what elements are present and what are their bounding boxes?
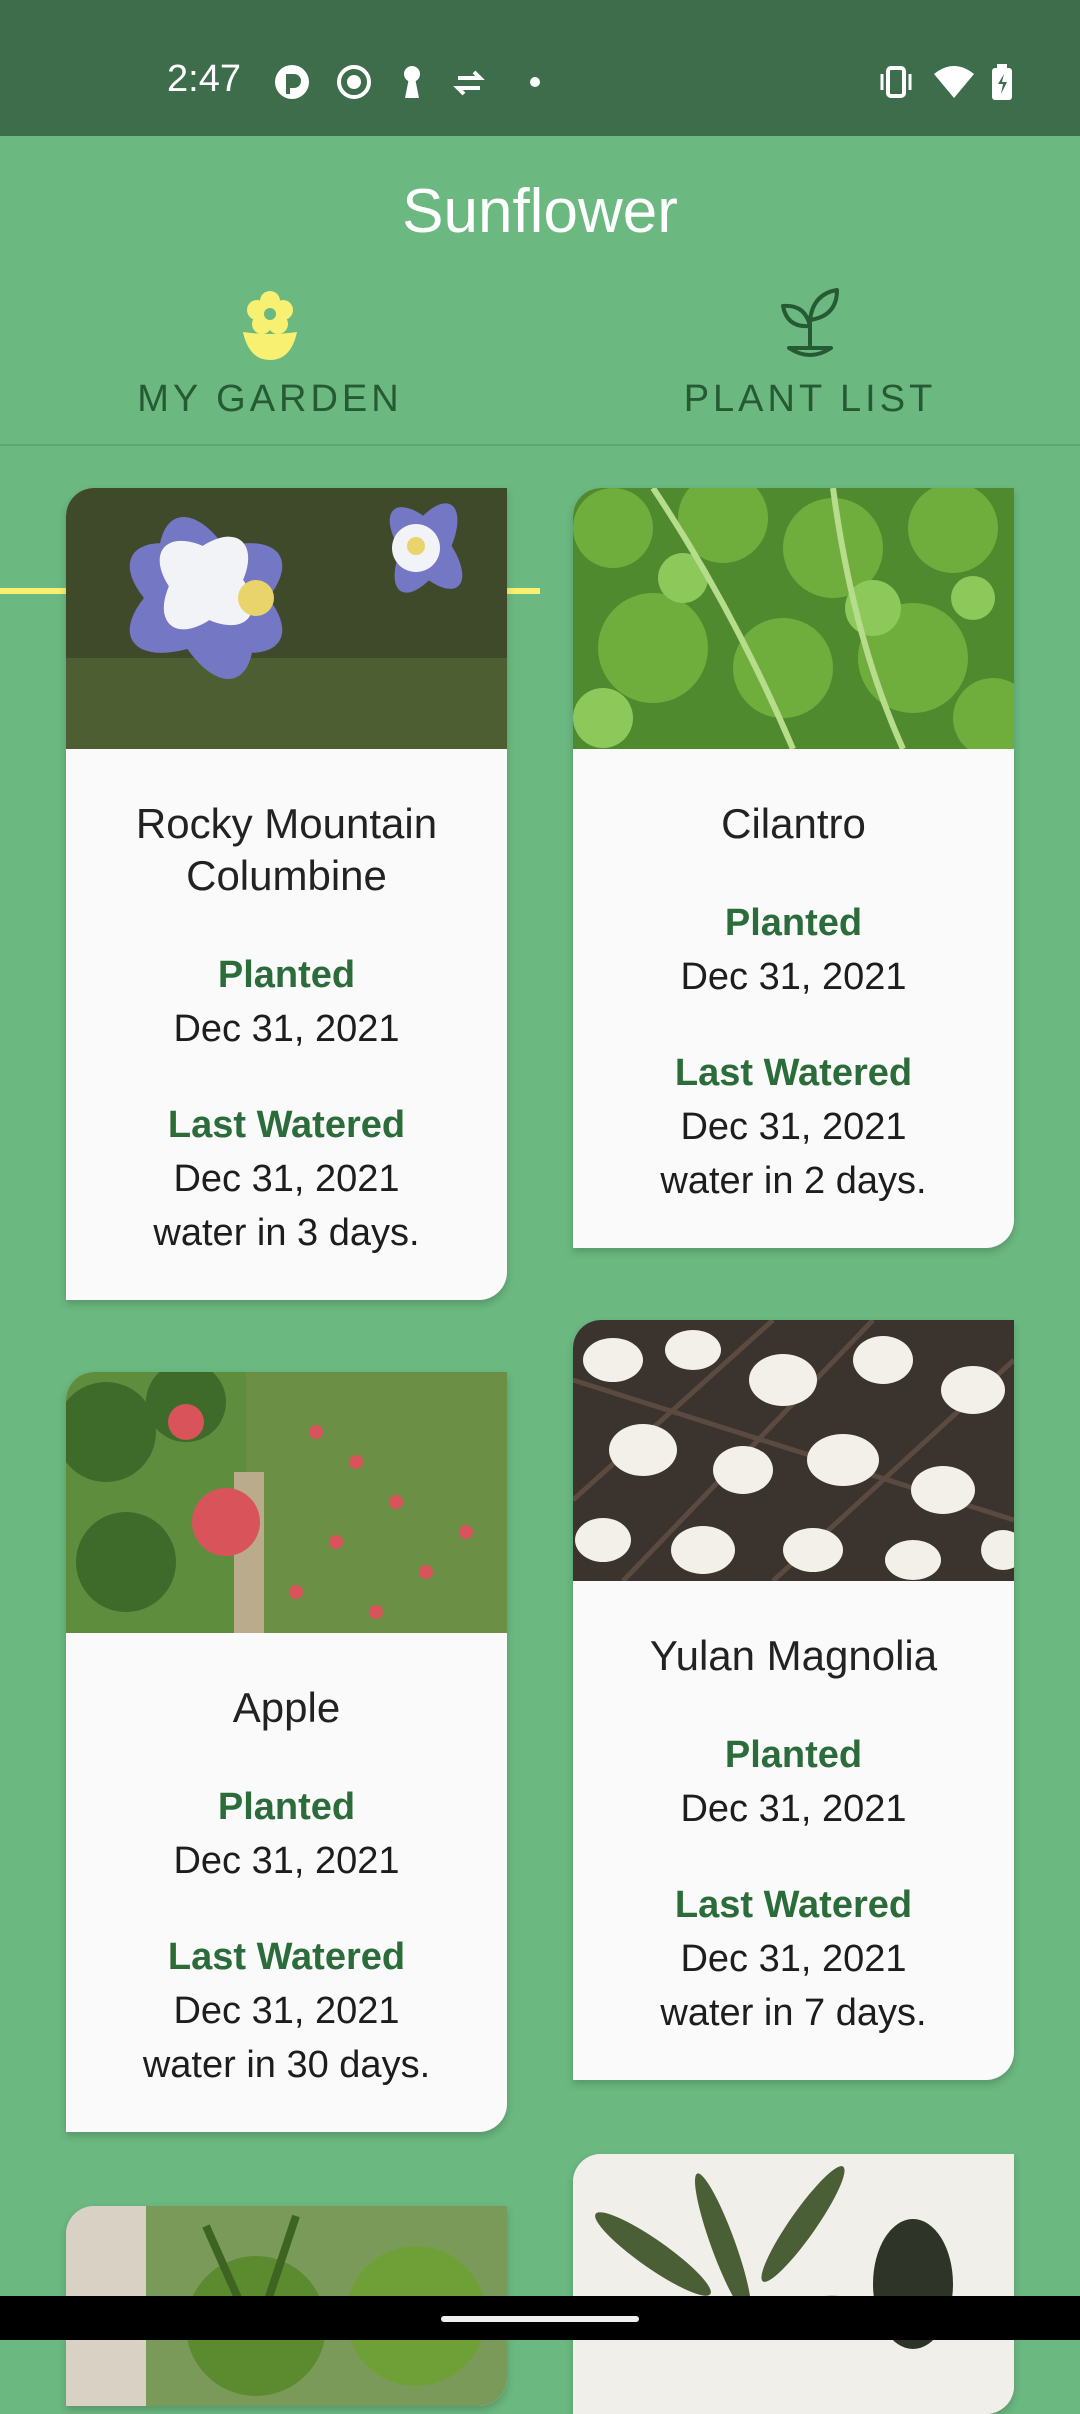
last-watered-date: Dec 31, 2021: [173, 1158, 400, 1200]
plant-name-line1: Rocky Mountain: [135, 800, 438, 847]
transfer-icon: [453, 70, 485, 96]
plant-image-cilantro: [573, 488, 1014, 749]
tab-divider: [0, 444, 1080, 446]
plant-card[interactable]: [573, 2154, 1014, 2414]
last-watered-label: Last Watered: [674, 1052, 913, 1094]
planted-date: Dec 31, 2021: [680, 1788, 907, 1830]
keyhole-icon: [404, 66, 420, 98]
tab-my-garden[interactable]: MY GARDEN: [0, 286, 540, 594]
planted-date: Dec 31, 2021: [680, 956, 907, 998]
plant-name: Yulan Magnolia: [649, 1632, 938, 1679]
plant-image-avocado: [573, 2154, 1014, 2414]
status-icons-left: [275, 65, 540, 99]
water-in-text: water in 7 days.: [660, 1992, 927, 2034]
water-in-text: water in 30 days.: [142, 2044, 431, 2086]
app-title: Sunflower: [402, 177, 678, 246]
status-icons-right: [880, 64, 1012, 100]
tab-plant-list[interactable]: PLANT LIST: [540, 286, 1080, 446]
battery-charging-icon: [992, 64, 1012, 100]
sprout-icon: [781, 288, 839, 357]
planted-label: Planted: [217, 1786, 356, 1828]
planted-label: Planted: [724, 1734, 863, 1776]
plant-card[interactable]: Cilantro Planted Dec 31, 2021 Last Water…: [573, 488, 1014, 1248]
plant-image-apple: [66, 1372, 507, 1633]
navigation-bar: [0, 2296, 1080, 2340]
last-watered-date: Dec 31, 2021: [173, 1990, 400, 2032]
water-in-text: water in 2 days.: [660, 1160, 927, 1202]
planted-label: Planted: [217, 954, 356, 996]
plant-name: Cilantro: [721, 800, 866, 847]
planted-label: Planted: [724, 902, 863, 944]
last-watered-label: Last Watered: [167, 1104, 406, 1146]
tab-label-plant-list: PLANT LIST: [683, 378, 937, 420]
last-watered-label: Last Watered: [167, 1936, 406, 1978]
dot-icon: [530, 77, 540, 87]
plant-name: Apple: [232, 1684, 341, 1731]
wifi-icon: [934, 66, 974, 98]
flower-icon: [243, 291, 297, 360]
plant-name-line2: Columbine: [186, 852, 387, 899]
status-bar: 2:47: [0, 0, 1080, 136]
app-bar: Sunflower MY GARDEN PLANT LIST: [0, 136, 1080, 594]
vibrate-icon: [880, 66, 912, 98]
planted-date: Dec 31, 2021: [173, 1840, 400, 1882]
plant-card[interactable]: Yulan Magnolia Planted Dec 31, 2021 Last…: [573, 1320, 1014, 2080]
app-icon: [275, 65, 309, 99]
planted-date: Dec 31, 2021: [173, 1008, 400, 1050]
home-gesture-handle[interactable]: [441, 2316, 639, 2322]
plant-image-magnolia: [573, 1320, 1014, 1581]
record-icon: [337, 65, 371, 99]
last-watered-label: Last Watered: [674, 1884, 913, 1926]
plant-image-columbine: [66, 488, 507, 749]
last-watered-date: Dec 31, 2021: [680, 1106, 907, 1148]
tab-label-my-garden: MY GARDEN: [137, 378, 403, 420]
plant-card[interactable]: Apple Planted Dec 31, 2021 Last Watered …: [66, 1372, 507, 2132]
water-in-text: water in 3 days.: [153, 1212, 420, 1254]
last-watered-date: Dec 31, 2021: [680, 1938, 907, 1980]
status-time: 2:47: [167, 58, 241, 100]
plant-card[interactable]: Rocky Mountain Columbine Planted Dec 31,…: [66, 488, 507, 1300]
